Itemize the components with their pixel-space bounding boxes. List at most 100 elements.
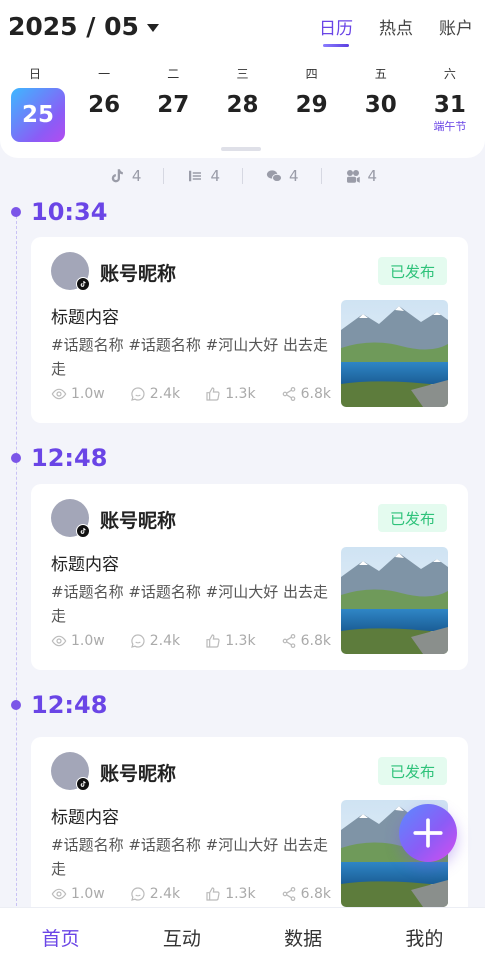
nav-interaction[interactable]: 互动 bbox=[132, 924, 232, 951]
thumbs-up-icon bbox=[206, 387, 220, 401]
caret-down-icon bbox=[146, 23, 159, 32]
views-count: 1.0w bbox=[71, 633, 105, 649]
platform-douyin[interactable]: 4 bbox=[86, 167, 164, 185]
status-badge: 已发布 bbox=[378, 504, 447, 532]
comment-icon bbox=[130, 387, 145, 401]
avatar bbox=[51, 499, 90, 538]
day-saturday[interactable]: 六 31 端午节 bbox=[420, 64, 480, 133]
calendar-header: 2025 / 05 日历 热点 账户 日 25 一 26 二 27 三 28 四… bbox=[0, 0, 485, 158]
timeline-dot bbox=[11, 207, 21, 217]
bottom-nav: 首页 互动 数据 我的 bbox=[0, 907, 485, 966]
post-card[interactable]: 账号昵称 已发布 标题内容 #话题名称 #话题名称 #河山大好 出去走走 1.0… bbox=[31, 484, 468, 670]
weekday-label: 四 bbox=[305, 67, 318, 81]
post-stats: 1.0w 2.4k 1.3k 6.8k bbox=[51, 886, 331, 902]
day-thursday[interactable]: 四 29 bbox=[282, 64, 342, 124]
douyin-badge-icon bbox=[76, 277, 90, 291]
tab-hot[interactable]: 热点 bbox=[379, 14, 413, 39]
plus-icon bbox=[413, 818, 443, 848]
thumbs-up-icon bbox=[206, 634, 220, 648]
month-selector[interactable]: 2025 / 05 bbox=[8, 12, 159, 41]
comments-count: 2.4k bbox=[149, 386, 181, 402]
platform-xiaohongshu[interactable]: 4 bbox=[164, 167, 242, 185]
xiaohongshu-icon bbox=[189, 170, 202, 182]
shares-count: 6.8k bbox=[300, 886, 331, 902]
thumbs-up-icon bbox=[206, 887, 220, 901]
shares-count: 6.8k bbox=[300, 633, 331, 649]
day-wednesday[interactable]: 三 28 bbox=[212, 64, 272, 124]
time-marker: 10:34 bbox=[11, 198, 107, 226]
nav-mine[interactable]: 我的 bbox=[374, 924, 474, 951]
eye-icon bbox=[51, 888, 67, 900]
account-nickname: 账号昵称 bbox=[100, 510, 177, 532]
month-label: 2025 / 05 bbox=[8, 12, 139, 41]
time-label: 10:34 bbox=[31, 198, 108, 226]
date-number: 28 bbox=[226, 92, 259, 118]
time-label: 12:48 bbox=[31, 444, 108, 472]
douyin-icon bbox=[111, 169, 123, 183]
status-badge: 已发布 bbox=[378, 757, 447, 785]
post-tags: #话题名称 #话题名称 #河山大好 出去走走 bbox=[51, 336, 329, 378]
tab-calendar[interactable]: 日历 bbox=[319, 14, 353, 47]
platform-count: 4 bbox=[131, 167, 142, 185]
post-thumbnail[interactable] bbox=[341, 300, 448, 407]
eye-icon bbox=[51, 635, 67, 647]
nav-home[interactable]: 首页 bbox=[11, 924, 111, 951]
timeline-dot bbox=[11, 700, 21, 710]
platform-counts: 4 4 4 4 bbox=[0, 163, 485, 189]
likes-stat: 1.3k bbox=[205, 386, 256, 402]
douyin-badge-icon bbox=[76, 777, 90, 791]
comments-stat: 2.4k bbox=[130, 386, 180, 402]
nav-data[interactable]: 数据 bbox=[253, 924, 353, 951]
day-sunday[interactable]: 日 25 bbox=[5, 64, 65, 142]
video-channel-icon bbox=[346, 170, 360, 183]
post-stats: 1.0w 2.4k 1.3k 6.8k bbox=[51, 386, 331, 402]
avatar bbox=[51, 752, 90, 791]
post-thumbnail[interactable] bbox=[341, 547, 448, 654]
wechat-icon bbox=[266, 170, 282, 182]
weekday-label: 五 bbox=[374, 67, 387, 81]
platform-count: 4 bbox=[210, 167, 220, 185]
week-strip: 日 25 一 26 二 27 三 28 四 29 五 30 六 31 端午节 bbox=[5, 64, 480, 142]
post-title: 标题内容 bbox=[51, 308, 119, 328]
shares-stat: 6.8k bbox=[281, 386, 331, 402]
festival-label: 端午节 bbox=[433, 120, 467, 133]
post-title: 标题内容 bbox=[51, 555, 119, 575]
date-number: 31 bbox=[433, 92, 466, 118]
comments-stat: 2.4k bbox=[130, 633, 180, 649]
time-marker: 12:48 bbox=[11, 691, 107, 719]
platform-count: 4 bbox=[289, 167, 299, 185]
shares-count: 6.8k bbox=[300, 386, 331, 402]
share-icon bbox=[282, 887, 295, 901]
share-icon bbox=[282, 634, 295, 648]
add-post-button[interactable] bbox=[399, 804, 457, 862]
drag-handle[interactable] bbox=[221, 147, 261, 151]
day-tuesday[interactable]: 二 27 bbox=[143, 64, 203, 124]
day-monday[interactable]: 一 26 bbox=[74, 64, 134, 124]
tab-account[interactable]: 账户 bbox=[439, 14, 473, 39]
avatar bbox=[51, 252, 90, 291]
weekday-label: 一 bbox=[98, 67, 111, 81]
time-label: 12:48 bbox=[31, 691, 108, 719]
weekday-label: 二 bbox=[167, 67, 180, 81]
share-icon bbox=[282, 387, 295, 401]
comments-count: 2.4k bbox=[149, 633, 181, 649]
comment-icon bbox=[130, 887, 145, 901]
weekday-label: 日 bbox=[28, 67, 41, 81]
date-number: 30 bbox=[364, 92, 397, 118]
post-stats: 1.0w 2.4k 1.3k 6.8k bbox=[51, 633, 331, 649]
platform-wechat[interactable]: 4 bbox=[243, 167, 321, 185]
post-card[interactable]: 账号昵称 已发布 标题内容 #话题名称 #话题名称 #河山大好 出去走走 1.0… bbox=[31, 237, 468, 423]
timeline-line bbox=[16, 216, 17, 916]
weekday-label: 三 bbox=[236, 67, 249, 81]
day-friday[interactable]: 五 30 bbox=[351, 64, 411, 124]
likes-count: 1.3k bbox=[225, 633, 256, 649]
date-number: 26 bbox=[88, 92, 121, 118]
views-count: 1.0w bbox=[71, 886, 105, 902]
likes-count: 1.3k bbox=[225, 886, 256, 902]
comments-count: 2.4k bbox=[149, 886, 181, 902]
post-title: 标题内容 bbox=[51, 808, 119, 828]
date-number: 27 bbox=[157, 92, 190, 118]
views-count: 1.0w bbox=[71, 386, 105, 402]
likes-count: 1.3k bbox=[225, 386, 256, 402]
platform-video-channel[interactable]: 4 bbox=[322, 167, 400, 185]
